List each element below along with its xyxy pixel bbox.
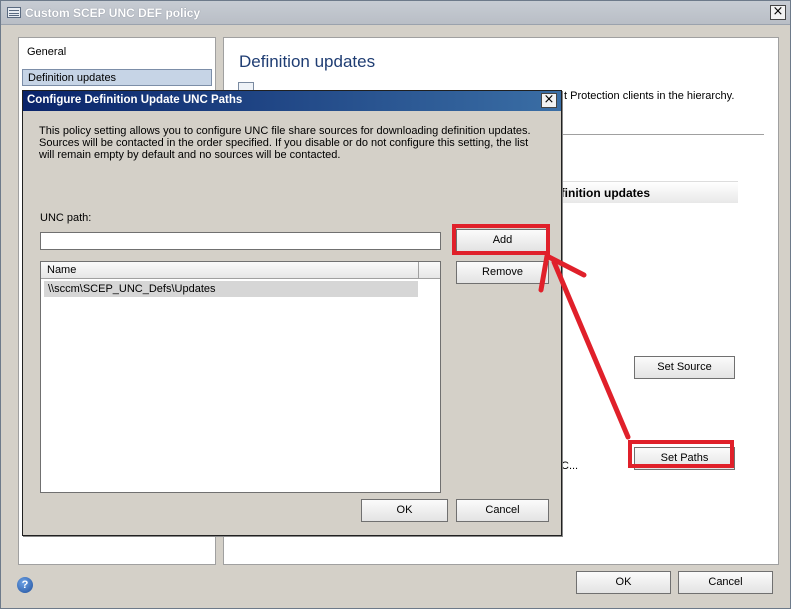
- nav-item-label: General: [27, 46, 67, 58]
- page-description: t Protection clients in the hierarchy.: [564, 90, 735, 102]
- column-header-name[interactable]: Name: [41, 262, 419, 279]
- policy-window-icon: [7, 7, 21, 18]
- list-header: Name: [41, 262, 440, 279]
- group-header-text: efinition updates: [554, 186, 650, 200]
- nav-item-definition-updates[interactable]: Definition updates: [22, 69, 212, 86]
- annotation-box-set-paths: [628, 440, 734, 468]
- unc-path-list[interactable]: Name \\sccm\SCEP_UNC_Defs\Updates: [40, 261, 441, 493]
- column-header-filler: [419, 262, 440, 279]
- annotation-box-add: [452, 224, 550, 255]
- remove-button[interactable]: Remove: [456, 261, 549, 284]
- help-icon[interactable]: ?: [17, 577, 33, 593]
- ok-button[interactable]: OK: [576, 571, 671, 594]
- unc-path-label: UNC path:: [40, 212, 92, 224]
- page-title: Definition updates: [239, 52, 376, 71]
- window-close-icon[interactable]: ×: [770, 5, 786, 20]
- unc-path-input[interactable]: [40, 232, 441, 250]
- unc-paths-dialog: Configure Definition Update UNC Paths × …: [22, 90, 562, 536]
- dialog-cancel-button[interactable]: Cancel: [456, 499, 549, 522]
- dialog-description: This policy setting allows you to config…: [39, 125, 531, 161]
- list-item[interactable]: \\sccm\SCEP_UNC_Defs\Updates: [44, 281, 418, 297]
- cancel-button[interactable]: Cancel: [678, 571, 773, 594]
- dialog-titlebar[interactable]: Configure Definition Update UNC Paths ×: [23, 91, 561, 111]
- truncated-text: C...: [561, 460, 579, 472]
- dialog-ok-button[interactable]: OK: [361, 499, 448, 522]
- nav-item-general[interactable]: General: [22, 44, 212, 61]
- window-title: Custom SCEP UNC DEF policy: [25, 6, 201, 20]
- window-titlebar[interactable]: Custom SCEP UNC DEF policy ×: [1, 1, 790, 25]
- set-source-button[interactable]: Set Source: [634, 356, 735, 379]
- dialog-title: Configure Definition Update UNC Paths: [27, 94, 243, 106]
- nav-item-label: Definition updates: [28, 72, 117, 84]
- dialog-close-icon[interactable]: ×: [541, 93, 557, 108]
